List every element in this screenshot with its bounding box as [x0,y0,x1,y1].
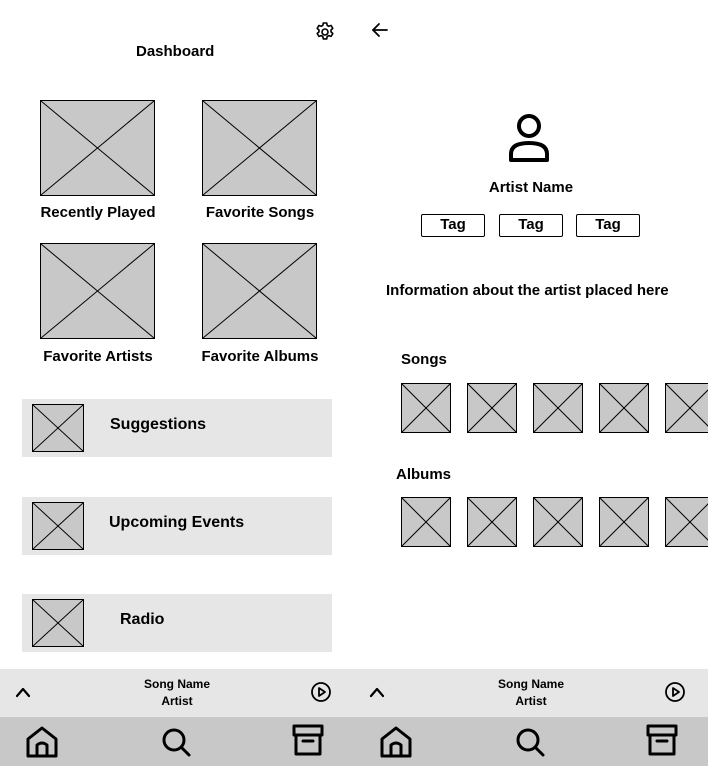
search-icon[interactable] [160,726,192,758]
recently-played-label[interactable]: Recently Played [22,204,174,221]
favorite-songs-image[interactable] [202,100,317,196]
album-thumbnail[interactable] [533,497,583,547]
page-title: Dashboard [136,43,215,60]
songs-heading: Songs [401,351,447,368]
chevron-up-icon[interactable] [14,685,32,699]
favorite-albums-image[interactable] [202,243,317,339]
archive-icon[interactable] [645,723,679,757]
song-thumbnail[interactable] [599,383,649,433]
recently-played-image[interactable] [40,100,155,196]
artist-tag[interactable]: Tag [421,214,485,237]
song-name: Song Name [497,677,564,691]
artist-tag[interactable]: Tag [576,214,640,237]
suggestions-label: Suggestions [110,416,207,433]
album-thumbnail[interactable] [401,497,451,547]
song-artist: Artist [515,694,547,708]
artist-tag[interactable]: Tag [499,214,563,237]
arrow-left-icon[interactable] [370,20,390,40]
upcoming-events-image [32,502,84,550]
list-item-radio[interactable]: Radio [22,594,332,652]
bottom-nav [0,717,354,766]
album-thumbnail[interactable] [599,497,649,547]
mini-player[interactable]: Song Name Artist [354,669,708,717]
radio-label: Radio [120,611,165,628]
song-thumbnail[interactable] [467,383,517,433]
artist-name: Artist Name [488,179,574,196]
bottom-nav [354,717,708,766]
album-thumbnail[interactable] [665,497,708,547]
home-icon[interactable] [23,724,61,760]
archive-icon[interactable] [291,723,325,757]
mini-player[interactable]: Song Name Artist [0,669,354,717]
song-thumbnail[interactable] [401,383,451,433]
favorite-artists-image[interactable] [40,243,155,339]
user-icon [509,114,549,162]
artist-screen: Artist Name Tag Tag Tag Information abou… [354,0,708,766]
play-circle-icon[interactable] [664,681,686,703]
favorite-artists-label[interactable]: Favorite Artists [22,348,174,365]
gear-icon[interactable] [313,20,337,44]
song-thumbnail[interactable] [665,383,708,433]
dashboard-screen: Dashboard Recently Played Favorite Songs… [0,0,354,766]
artist-info: Information about the artist placed here [386,282,669,299]
suggestions-image [32,404,84,452]
list-item-suggestions[interactable]: Suggestions [22,399,332,457]
albums-heading: Albums [396,466,452,483]
list-item-upcoming-events[interactable]: Upcoming Events [22,497,332,555]
chevron-up-icon[interactable] [368,685,386,699]
album-thumbnail[interactable] [467,497,517,547]
song-artist: Artist [161,694,193,708]
song-name: Song Name [143,677,210,691]
radio-image [32,599,84,647]
song-thumbnail[interactable] [533,383,583,433]
play-circle-icon[interactable] [310,681,332,703]
favorite-albums-label[interactable]: Favorite Albums [184,348,336,365]
favorite-songs-label[interactable]: Favorite Songs [184,204,336,221]
home-icon[interactable] [377,724,415,760]
upcoming-events-label: Upcoming Events [109,514,245,531]
search-icon[interactable] [514,726,546,758]
